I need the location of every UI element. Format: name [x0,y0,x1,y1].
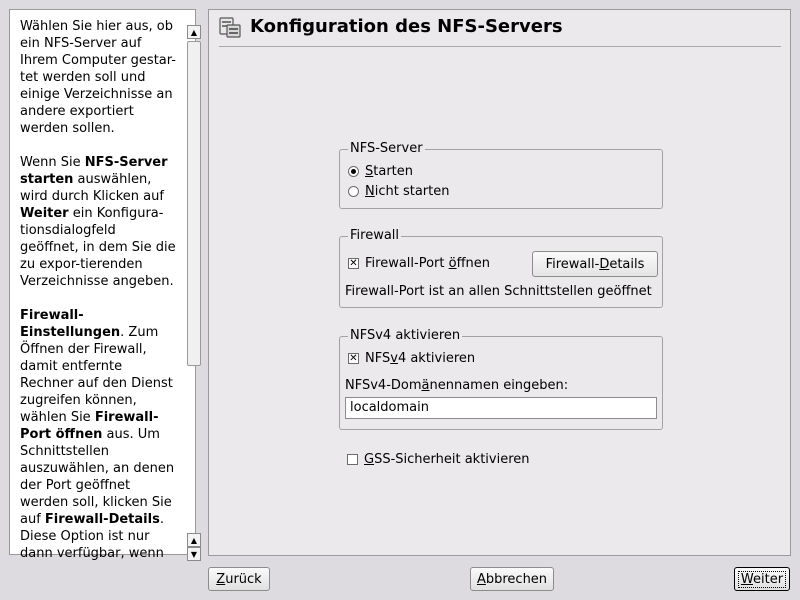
firewall-open-port-checkbox[interactable]: ✕ Firewall-Port öffnen [348,256,490,271]
help-paragraph-2: Wenn Sie NFS-Server starten auswählen, w… [20,155,176,289]
radio-not-start[interactable]: Nicht starten [348,184,449,199]
help-text: Wählen Sie hier aus, ob ein NFS-Server a… [20,18,178,579]
gss-security-checkbox[interactable]: GSS-Sicherheit aktivieren [347,452,530,467]
server-config-icon [219,16,241,38]
firewall-legend: Firewall [348,228,402,244]
nfsv4-domain-input[interactable]: localdomain [345,397,657,419]
next-button[interactable]: Weiter [734,567,790,591]
page-title: Konfiguration des NFS-Servers [250,16,563,37]
nfs-server-legend: NFS-Server [348,141,425,157]
radio-start[interactable]: Starten [348,164,413,179]
radio-start-label: Starten [365,164,414,179]
back-button[interactable]: Zurück [208,567,270,591]
help-panel: Wählen Sie hier aus, ob ein NFS-Server a… [9,9,201,561]
help-paragraph-3: Firewall-Einstellungen. Zum Öffnen der F… [20,308,175,561]
main-panel: Konfiguration des NFS-Servers NFS-Server… [208,9,791,556]
abort-button[interactable]: Abbrechen [470,567,554,591]
firewall-group: Firewall ✕ Firewall-Port öffnen Firewall… [339,228,663,308]
firewall-details-button[interactable]: Firewall-Details [532,251,658,277]
help-paragraph-1: Wählen Sie hier aus, ob ein NFS-Server a… [20,19,176,136]
firewall-open-port-label: Firewall-Port öffnen [365,256,491,271]
firewall-status: Firewall-Port ist an allen Schnittstelle… [345,284,652,299]
radio-start-button[interactable] [348,166,359,177]
checkbox-checked-icon[interactable]: ✕ [348,353,359,364]
scroll-down-icon[interactable]: ▼ [187,547,201,561]
nfsv4-enable-checkbox[interactable]: ✕ NFSv4 aktivieren [348,351,475,366]
checkbox-unchecked-icon[interactable] [347,454,358,465]
help-scrollbar[interactable]: ▲ ▲ ▼ [187,25,203,561]
nfsv4-legend: NFSv4 aktivieren [348,328,463,344]
radio-not-start-label: Nicht starten [365,184,450,199]
nfs-server-group: NFS-Server Starten Nicht starten [339,141,663,209]
radio-not-start-button[interactable] [348,186,359,197]
scroll-up-icon[interactable]: ▲ [187,25,201,39]
title-divider [219,46,781,47]
gss-security-label: GSS-Sicherheit aktivieren [364,452,530,467]
checkbox-checked-icon[interactable]: ✕ [348,258,359,269]
scroll-thumb[interactable] [187,41,201,366]
nfsv4-domain-label: NFSv4-Domänennamen eingeben: [345,378,569,393]
nfsv4-enable-label: NFSv4 aktivieren [365,351,476,366]
scroll-up-icon[interactable]: ▲ [187,533,201,547]
nfsv4-group: NFSv4 aktivieren ✕ NFSv4 aktivieren NFSv… [339,328,663,430]
